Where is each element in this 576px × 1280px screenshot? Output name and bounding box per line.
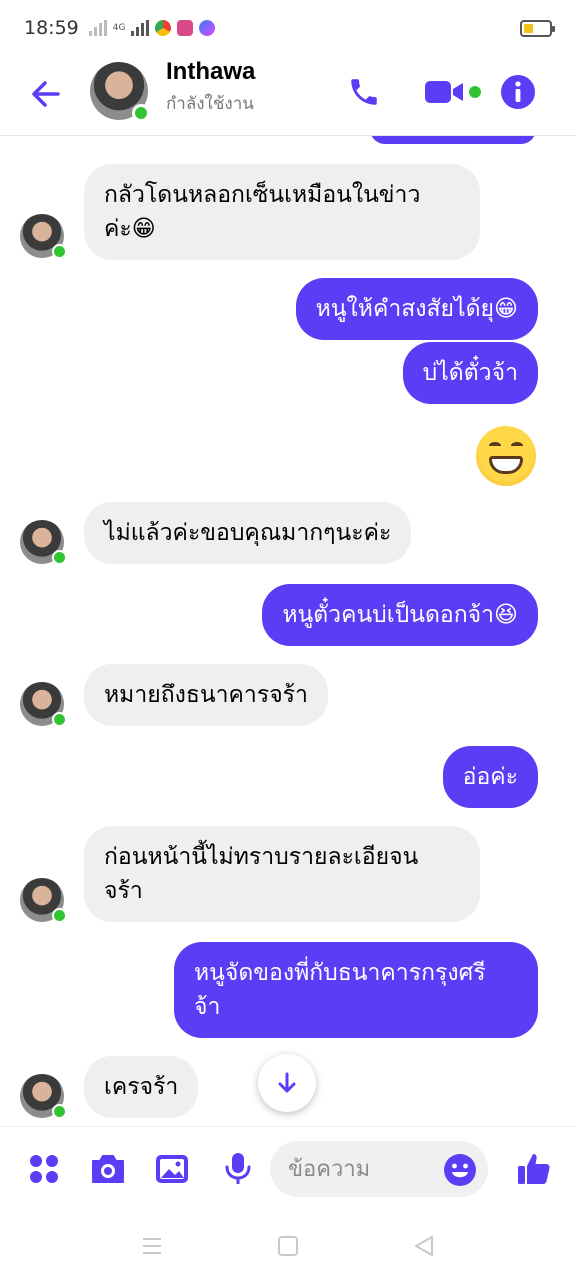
- image-icon: [156, 1155, 188, 1183]
- voice-button[interactable]: [218, 1149, 258, 1189]
- online-indicator: [52, 550, 67, 565]
- arrow-down-icon: [278, 1072, 296, 1093]
- home-icon[interactable]: [276, 1234, 300, 1258]
- outgoing-message[interactable]: บ่ได้ตั๋วจ้า: [402, 342, 538, 404]
- composer-bar: [0, 1126, 576, 1212]
- call-button[interactable]: [344, 72, 384, 112]
- camera-icon: [92, 1155, 124, 1183]
- video-call-button[interactable]: [420, 72, 484, 112]
- contact-avatar[interactable]: [90, 62, 150, 122]
- outgoing-message[interactable]: อ่อค่ะ: [442, 746, 538, 808]
- incoming-message[interactable]: เครจร้า: [84, 1056, 199, 1118]
- grinning-face-emoji[interactable]: [476, 426, 536, 486]
- info-icon: [501, 75, 535, 109]
- online-indicator: [52, 244, 67, 259]
- online-indicator: [132, 104, 150, 122]
- like-button[interactable]: [514, 1149, 554, 1189]
- chrome-icon: [155, 20, 172, 36]
- sender-avatar[interactable]: [20, 1074, 67, 1119]
- status-bar: 18:59 4G: [0, 0, 576, 56]
- messenger-icon: [199, 20, 216, 36]
- signal-strong-icon: [131, 20, 150, 36]
- outgoing-message[interactable]: หนูจัดของพี่กับธนาคารกรุงศรี จ้า: [174, 942, 538, 1038]
- sender-avatar[interactable]: [20, 682, 67, 727]
- four-dots-icon: [30, 1155, 58, 1183]
- menu-icon[interactable]: [140, 1234, 164, 1258]
- incoming-message[interactable]: ก่อนหน้านี้ไม่ทราบรายละเอียจน จร้า: [84, 826, 480, 922]
- contact-status: กำลังใช้งาน: [166, 94, 254, 114]
- video-camera-icon: [425, 81, 463, 103]
- network-type: 4G: [112, 23, 126, 33]
- sender-avatar[interactable]: [20, 520, 67, 565]
- phone-icon: [351, 79, 377, 105]
- info-button[interactable]: [498, 72, 538, 112]
- emoji-button[interactable]: [443, 1153, 477, 1187]
- system-navigation-bar: [0, 1212, 576, 1280]
- message-list[interactable]: กลัวโดนหลอกเซ็นเหมือนในข่าว ค่ะ😁 หนูให้ค…: [0, 136, 576, 1126]
- status-icons: 4G: [88, 20, 216, 36]
- more-apps-button[interactable]: [24, 1149, 64, 1189]
- message-bubble-partial[interactable]: [370, 136, 536, 144]
- app-icon: [177, 20, 194, 36]
- signal-icon: [88, 20, 107, 36]
- outgoing-message[interactable]: หนูให้คำสงสัยได้ยุ😁: [295, 278, 538, 340]
- thumbs-up-icon: [518, 1154, 550, 1184]
- incoming-message[interactable]: หมายถึงธนาคารจร้า: [84, 664, 328, 726]
- arrow-left-icon: [32, 81, 60, 107]
- smiley-icon: [444, 1154, 476, 1186]
- video-online-dot: [469, 86, 481, 98]
- online-indicator: [52, 712, 67, 727]
- microphone-icon: [225, 1153, 251, 1184]
- conversation-header: Inthawa กำลังใช้งาน: [0, 56, 576, 136]
- outgoing-message[interactable]: หนูตั๋วคนบ่เป็นดอกจ้า😆: [262, 584, 538, 646]
- camera-button[interactable]: [88, 1149, 128, 1189]
- back-button[interactable]: [26, 74, 66, 114]
- sender-avatar[interactable]: [20, 214, 67, 259]
- scroll-to-bottom-button[interactable]: [258, 1054, 316, 1112]
- back-nav-icon[interactable]: [412, 1234, 436, 1258]
- battery-icon: [520, 20, 555, 37]
- online-indicator: [52, 908, 67, 923]
- status-time: 18:59: [24, 17, 79, 39]
- incoming-message[interactable]: กลัวโดนหลอกเซ็นเหมือนในข่าว ค่ะ😁: [84, 164, 480, 260]
- online-indicator: [52, 1104, 67, 1119]
- gallery-button[interactable]: [152, 1149, 192, 1189]
- sender-avatar[interactable]: [20, 878, 67, 923]
- incoming-message[interactable]: ไม่แล้วค่ะขอบคุณมากๆนะค่ะ: [84, 502, 412, 564]
- contact-name[interactable]: Inthawa: [166, 58, 255, 86]
